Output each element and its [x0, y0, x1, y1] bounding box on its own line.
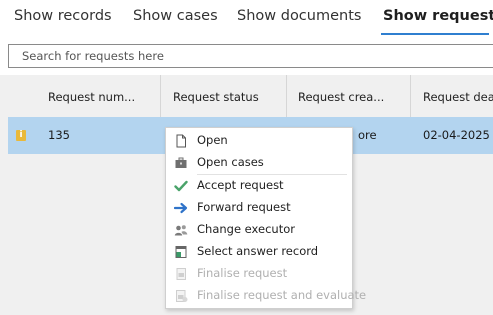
context-menu: Open Open cases Accept request Forward r… — [165, 127, 366, 309]
column-separator[interactable] — [410, 75, 411, 117]
cell-request-deadline: 02-04-2025 — [423, 128, 490, 142]
cell-request-created: ore — [358, 128, 377, 142]
record-select-icon — [175, 246, 187, 258]
document-icon — [176, 134, 186, 148]
cell-request-number: 135 — [48, 128, 70, 142]
column-header-request-status[interactable]: Request status — [173, 75, 281, 117]
column-header-request-created[interactable]: Request crea... — [298, 75, 404, 117]
tab-bar: Show records Show cases Show documents S… — [0, 0, 493, 40]
menu-item-label: Open cases — [197, 155, 264, 169]
info-icon: i — [16, 130, 26, 141]
menu-item-select-answer-record[interactable]: Select answer record — [166, 241, 352, 263]
search-bar — [0, 40, 493, 75]
column-separator[interactable] — [160, 75, 161, 117]
arrow-right-icon — [174, 202, 188, 214]
tab-show-records[interactable]: Show records — [14, 8, 112, 24]
active-tab-indicator — [381, 33, 489, 35]
menu-item-label: Open — [197, 133, 228, 147]
finalise-evaluate-icon — [176, 290, 188, 302]
tab-show-cases[interactable]: Show cases — [133, 8, 218, 24]
tab-show-requests[interactable]: Show requests — [383, 8, 493, 24]
finalise-icon — [176, 268, 186, 280]
menu-item-label: Select answer record — [197, 244, 319, 258]
menu-item-label: Finalise request and evaluate — [197, 288, 367, 302]
menu-item-finalise-request-and-evaluate: Finalise request and evaluate — [166, 285, 366, 307]
menu-item-finalise-request: Finalise request — [166, 263, 352, 285]
column-separator[interactable] — [286, 75, 287, 117]
menu-item-forward-request[interactable]: Forward request — [166, 197, 352, 219]
tab-show-documents[interactable]: Show documents — [237, 8, 361, 24]
column-header-request-number[interactable]: Request num... — [48, 75, 154, 117]
checkmark-icon — [174, 180, 188, 192]
search-input[interactable] — [8, 44, 493, 68]
menu-item-accept-request[interactable]: Accept request — [166, 175, 352, 197]
column-header-request-deadline[interactable]: Request dea... — [423, 75, 493, 117]
menu-item-open[interactable]: Open — [166, 130, 352, 152]
menu-item-label: Change executor — [197, 222, 295, 236]
users-icon — [174, 225, 188, 236]
briefcase-icon — [175, 157, 187, 168]
menu-item-label: Accept request — [197, 178, 284, 192]
menu-item-label: Finalise request — [197, 266, 288, 280]
menu-item-open-cases[interactable]: Open cases — [166, 152, 352, 174]
menu-item-change-executor[interactable]: Change executor — [166, 219, 352, 241]
grid-left-strip — [0, 75, 8, 315]
menu-item-label: Forward request — [197, 200, 291, 214]
